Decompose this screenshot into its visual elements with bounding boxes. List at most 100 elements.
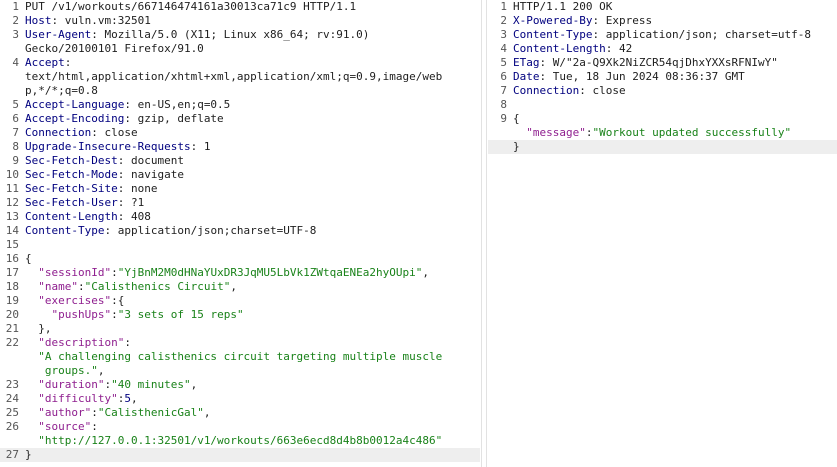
token: "A challenging calisthenics circuit targ… bbox=[38, 350, 443, 377]
line-number: 18 bbox=[5, 280, 19, 293]
token: , bbox=[422, 266, 429, 279]
line-code: Sec-Fetch-Dest: document bbox=[25, 154, 476, 168]
token: : application/json; charset=utf-8 bbox=[592, 28, 812, 41]
line-code: "pushUps":"3 sets of 15 reps" bbox=[25, 308, 476, 322]
token: "CalisthenicGal" bbox=[97, 406, 204, 419]
token: : navigate bbox=[117, 168, 184, 181]
token: 5 bbox=[124, 392, 131, 405]
request-line: 22 "description": "A challenging calisth… bbox=[0, 336, 480, 378]
token: Connection bbox=[513, 84, 580, 97]
line-number: 3 bbox=[12, 28, 19, 41]
token: Sec-Fetch-User bbox=[25, 196, 118, 209]
token: "YjBnM2M0dHNaYUxDR3JqMU5LbVk1ZWtqaENEa2h… bbox=[117, 266, 423, 279]
line-code: { bbox=[25, 252, 476, 266]
token: Accept bbox=[25, 56, 65, 69]
request-line: 10 Sec-Fetch-Mode: navigate bbox=[0, 168, 480, 182]
line-code: Upgrade-Insecure-Requests: 1 bbox=[25, 140, 476, 154]
request-line: 11 Sec-Fetch-Site: none bbox=[0, 182, 480, 196]
token: : 408 bbox=[117, 210, 151, 223]
line-number: 16 bbox=[5, 252, 19, 265]
line-code: "sessionId":"YjBnM2M0dHNaYUxDR3JqMU5LbVk… bbox=[25, 266, 476, 280]
request-line: 1 PUT /v1/workouts/667146474161a30013ca71… bbox=[0, 0, 480, 14]
line-number: 26 bbox=[5, 420, 19, 433]
token: : close bbox=[91, 126, 138, 139]
request-line: 26 "source": "http://127.0.0.1:32501/v1/… bbox=[0, 420, 480, 448]
line-number: 3 bbox=[500, 28, 507, 41]
token: : bbox=[91, 406, 98, 419]
line-number: 11 bbox=[5, 182, 19, 195]
request-line: 21 }, bbox=[0, 322, 480, 336]
response-line: 6 Date: Tue, 18 Jun 2024 08:36:37 GMT bbox=[488, 70, 837, 84]
token: : bbox=[78, 280, 85, 293]
request-editor[interactable]: 1 PUT /v1/workouts/667146474161a30013ca71… bbox=[0, 0, 480, 467]
token: "sessionId" bbox=[25, 266, 112, 279]
request-line: 7 Connection: close bbox=[0, 126, 480, 140]
token: Accept-Encoding bbox=[25, 112, 125, 125]
request-line: 20 "pushUps":"3 sets of 15 reps" bbox=[0, 308, 480, 322]
line-code: User-Agent: Mozilla/5.0 (X11; Linux x86_… bbox=[25, 28, 476, 56]
line-code: Sec-Fetch-User: ?1 bbox=[25, 196, 476, 210]
token: PUT /v1/workouts/667146474161a30013ca71c… bbox=[25, 0, 357, 13]
line-code: ETag: W/"2a-Q9Xk2NiZCR54qjDhxYXXsRFNIwY" bbox=[513, 56, 833, 70]
token: Upgrade-Insecure-Requests bbox=[25, 140, 191, 153]
response-line: 8 bbox=[488, 98, 837, 112]
token: "message" bbox=[513, 126, 586, 139]
line-code: Content-Type: application/json;charset=U… bbox=[25, 224, 476, 238]
token: Content-Type bbox=[25, 224, 105, 237]
token: , bbox=[203, 406, 211, 419]
token: "description" bbox=[25, 336, 125, 349]
token: "name" bbox=[25, 280, 78, 293]
line-code: Accept-Language: en-US,en;q=0.5 bbox=[25, 98, 476, 112]
request-line: 6 Accept-Encoding: gzip, deflate bbox=[0, 112, 480, 126]
response-line: 7 Connection: close bbox=[488, 84, 837, 98]
line-number: 21 bbox=[5, 322, 19, 335]
line-code: Host: vuln.vm:32501 bbox=[25, 14, 476, 28]
request-line: 27} bbox=[0, 448, 480, 462]
line-code: "source": "http://127.0.0.1:32501/v1/wor… bbox=[25, 420, 476, 448]
token: : document bbox=[117, 154, 184, 167]
token: : text/html,application/xhtml+xml,applic… bbox=[25, 56, 443, 97]
line-code: Sec-Fetch-Site: none bbox=[25, 182, 476, 196]
request-line: 19 "exercises":{ bbox=[0, 294, 480, 308]
pane-splitter[interactable] bbox=[480, 0, 488, 467]
token: "difficulty" bbox=[25, 392, 118, 405]
line-code: Accept-Encoding: gzip, deflate bbox=[25, 112, 476, 126]
token: "author" bbox=[25, 406, 92, 419]
line-number: 7 bbox=[12, 126, 19, 139]
line-code: "exercises":{ bbox=[25, 294, 476, 308]
token: HTTP/1.1 200 OK bbox=[513, 0, 613, 13]
token: X-Powered-By bbox=[513, 14, 593, 27]
token: { bbox=[513, 112, 520, 125]
line-number: 7 bbox=[500, 84, 507, 97]
response-line: "message":"Workout updated successfully" bbox=[488, 126, 837, 140]
line-number: 14 bbox=[5, 224, 19, 237]
token: , bbox=[130, 392, 138, 405]
token: : Tue, 18 Jun 2024 08:36:37 GMT bbox=[539, 70, 745, 83]
token: :{ bbox=[111, 294, 125, 307]
token: Accept-Language bbox=[25, 98, 125, 111]
line-code: Connection: close bbox=[25, 126, 476, 140]
response-viewer[interactable]: 1 HTTP/1.1 200 OK 2 X-Powered-By: Express 3 C… bbox=[488, 0, 837, 467]
request-line: 5 Accept-Language: en-US,en;q=0.5 bbox=[0, 98, 480, 112]
token: Sec-Fetch-Site bbox=[25, 182, 118, 195]
line-number: 8 bbox=[500, 98, 507, 111]
token: Content-Length bbox=[25, 210, 118, 223]
token: : 1 bbox=[190, 140, 211, 153]
line-code: HTTP/1.1 200 OK bbox=[513, 0, 833, 14]
line-code: PUT /v1/workouts/667146474161a30013ca71c… bbox=[25, 0, 476, 14]
response-line: 3 Content-Type: application/json; charset… bbox=[488, 28, 837, 42]
request-line: 4 Accept: text/html,application/xhtml+xml… bbox=[0, 56, 480, 98]
token: Content-Length bbox=[513, 42, 606, 55]
line-code: Connection: close bbox=[513, 84, 833, 98]
line-code: } bbox=[25, 448, 476, 462]
token: : ?1 bbox=[117, 196, 145, 209]
line-number: 1 bbox=[500, 0, 507, 13]
token: User-Agent bbox=[25, 28, 92, 41]
line-code: "description": "A challenging calistheni… bbox=[25, 336, 476, 378]
line-number: 20 bbox=[5, 308, 19, 321]
line-number: 5 bbox=[12, 98, 19, 111]
response-line: 2 X-Powered-By: Express bbox=[488, 14, 837, 28]
token: } bbox=[25, 448, 32, 461]
line-code: "author":"CalisthenicGal", bbox=[25, 406, 476, 420]
line-number: 2 bbox=[12, 14, 19, 27]
